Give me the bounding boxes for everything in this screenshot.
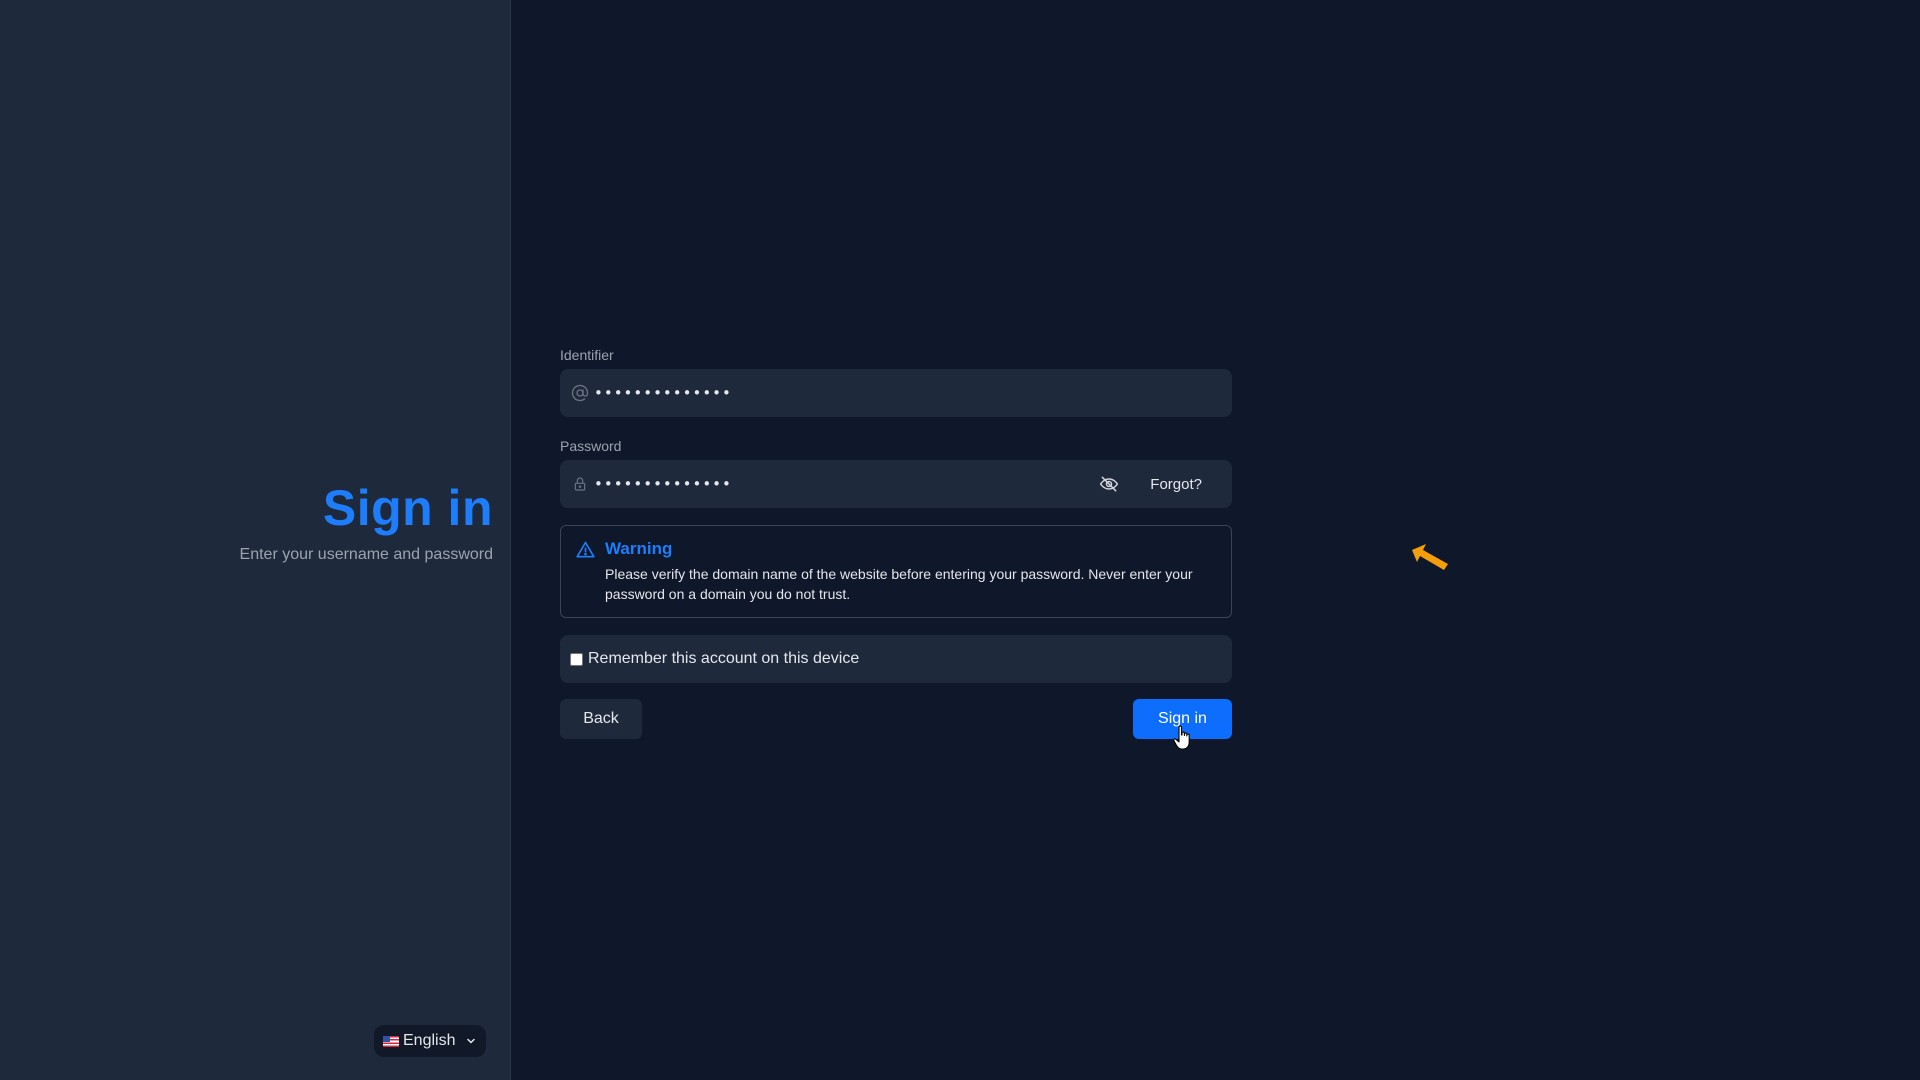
- page-subtitle: Enter your username and password: [239, 546, 493, 563]
- identifier-value: ••••••••••••••: [594, 384, 732, 402]
- identifier-label: Identifier: [560, 347, 614, 363]
- back-button[interactable]: Back: [560, 699, 642, 739]
- warning-text: Please verify the domain name of the web…: [605, 566, 1193, 602]
- us-flag-icon: [383, 1035, 399, 1047]
- annotation-arrow-icon: [1412, 544, 1448, 570]
- language-select[interactable]: English: [374, 1025, 486, 1057]
- at-sign-icon: [571, 384, 589, 402]
- branding-panel: Sign in Enter your username and password…: [0, 0, 511, 1080]
- remember-label[interactable]: Remember this account on this device: [588, 650, 859, 668]
- identifier-input[interactable]: ••••••••••••••: [560, 369, 1232, 417]
- password-value: ••••••••••••••: [594, 475, 732, 493]
- remember-checkbox[interactable]: [570, 652, 583, 666]
- forgot-password-link[interactable]: Forgot?: [1150, 460, 1202, 508]
- chevron-down-icon: [467, 1038, 475, 1044]
- password-input[interactable]: •••••••••••••• Forgot?: [560, 460, 1232, 508]
- title-block: Sign in Enter your username and password: [240, 478, 493, 564]
- warning-title: Warning: [605, 539, 673, 558]
- lock-icon: [571, 475, 589, 493]
- hand-cursor-icon: [1173, 725, 1190, 750]
- language-label: English: [403, 1032, 456, 1049]
- eye-off-icon[interactable]: [1099, 474, 1119, 494]
- password-label: Password: [560, 438, 622, 454]
- remember-device-row[interactable]: Remember this account on this device: [560, 635, 1232, 683]
- form-actions: Back Sign in: [560, 699, 1232, 739]
- warning-alert: Warning Please verify the domain name of…: [560, 525, 1232, 618]
- warning-triangle-icon: [575, 540, 596, 560]
- sign-in-form: Identifier •••••••••••••• Password •••••…: [560, 346, 1232, 739]
- page-title: Sign in: [322, 480, 493, 536]
